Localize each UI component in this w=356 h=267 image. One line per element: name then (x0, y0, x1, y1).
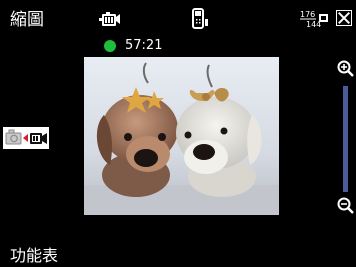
camera-preview[interactable] (84, 57, 279, 215)
switch-arrow-icon (23, 134, 28, 142)
video-camera-icon (30, 133, 47, 144)
plush-dogs-image (84, 57, 279, 215)
recording-status-indicator (104, 40, 116, 52)
recording-time: 57:21 (125, 38, 163, 53)
zoom-slider-track[interactable] (343, 86, 348, 192)
top-bar: 縮圖 176 144 (0, 0, 356, 36)
photo-camera-icon (5, 129, 22, 145)
page-title: 縮圖 (10, 10, 44, 30)
svg-text:176: 176 (300, 10, 315, 19)
zoom-out-button[interactable] (337, 197, 355, 215)
close-button[interactable] (336, 10, 352, 26)
camera-mode-switch[interactable] (3, 127, 49, 149)
menu-softkey[interactable]: 功能表 (10, 246, 58, 266)
zoom-in-button[interactable] (337, 60, 355, 78)
phone-battery-icon (190, 8, 210, 30)
svg-text:144: 144 (306, 20, 321, 29)
zoom-out-icon (337, 197, 354, 214)
video-camera-icon[interactable] (99, 11, 121, 28)
resolution-icon[interactable]: 176 144 (300, 10, 330, 30)
zoom-in-icon (337, 60, 354, 77)
